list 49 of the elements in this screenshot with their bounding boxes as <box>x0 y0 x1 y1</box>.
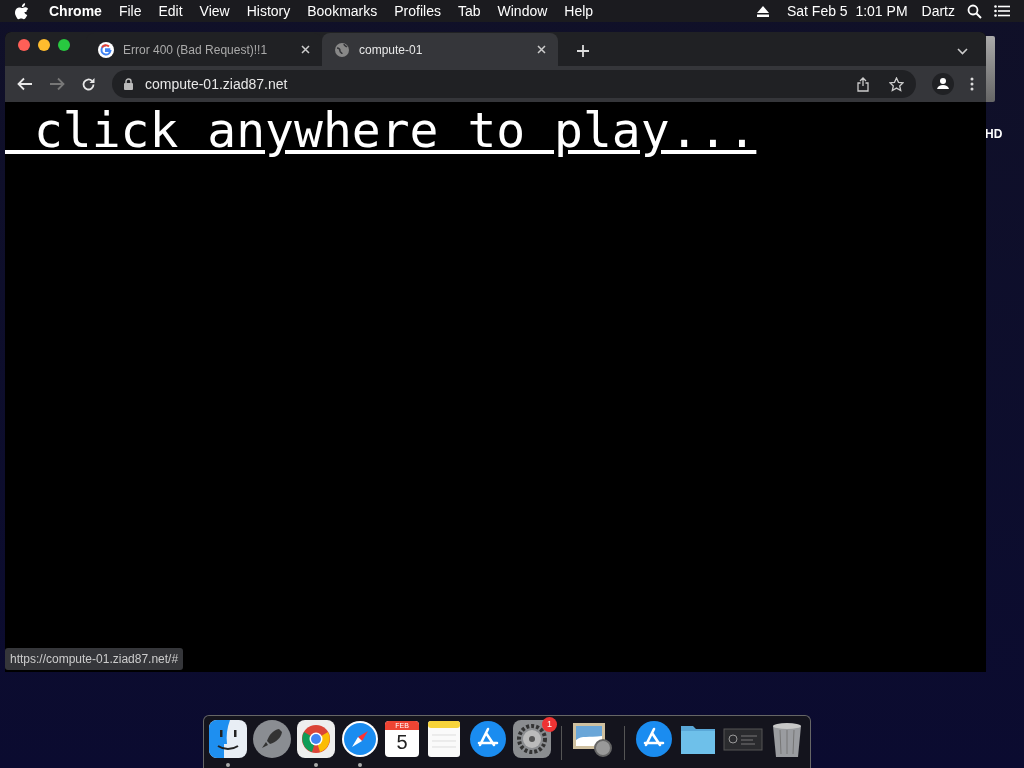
close-icon[interactable] <box>301 45 310 54</box>
user-name[interactable]: Dartz <box>921 0 955 22</box>
more-icon[interactable] <box>970 77 974 91</box>
eject-icon[interactable] <box>756 5 769 17</box>
menu-item[interactable]: Profiles <box>394 0 441 22</box>
close-icon[interactable] <box>537 45 546 54</box>
url-text: compute-01.ziad87.net <box>145 74 288 94</box>
notepad-icon[interactable] <box>425 720 463 758</box>
lock-icon <box>124 78 133 90</box>
menu-item[interactable]: Edit <box>158 0 183 22</box>
chrome-logo-icon[interactable] <box>297 720 335 758</box>
reload-icon[interactable] <box>81 76 96 92</box>
gear-icon[interactable] <box>513 720 551 758</box>
tab-title: compute-01 <box>359 41 424 59</box>
status-url: https://compute-01.ziad87.net/# <box>5 648 184 670</box>
menu-item[interactable]: Bookmarks <box>307 0 378 22</box>
address-bar[interactable]: compute-01.ziad87.net <box>112 70 916 98</box>
desktop-icon-label[interactable]: HD <box>985 125 1003 143</box>
forward-icon[interactable] <box>49 77 65 91</box>
smiling-face-icon[interactable] <box>209 720 247 758</box>
profile-icon[interactable] <box>932 73 954 95</box>
menu-item[interactable]: Window <box>497 0 548 22</box>
app-store-icon[interactable] <box>469 720 507 758</box>
apple-icon[interactable] <box>14 2 29 20</box>
google-icon <box>98 41 114 58</box>
globe-icon <box>334 41 350 58</box>
tab-search-icon[interactable] <box>957 48 968 55</box>
app-store-icon[interactable] <box>635 720 673 758</box>
photo-viewer-icon[interactable] <box>572 720 614 758</box>
browser-tab[interactable]: compute-01 <box>322 33 558 66</box>
notification-badge: 1 <box>542 717 557 732</box>
tab-title: Error 400 (Bad Request)!!1 <box>123 41 269 59</box>
menu-item[interactable]: Help <box>564 0 594 22</box>
search-icon[interactable] <box>967 3 982 19</box>
minimize-window-button[interactable] <box>38 39 50 51</box>
star-icon[interactable] <box>889 76 904 92</box>
menu-item[interactable]: File <box>118 0 142 22</box>
compass-icon[interactable] <box>341 720 379 758</box>
menu-item[interactable]: Tab <box>457 0 481 22</box>
close-window-button[interactable] <box>18 39 30 51</box>
new-tab-icon[interactable] <box>576 44 590 58</box>
app-name[interactable]: Chrome <box>49 0 102 22</box>
zoom-window-button[interactable] <box>58 39 70 51</box>
back-icon[interactable] <box>17 77 33 91</box>
share-icon[interactable] <box>857 76 869 92</box>
menu-item[interactable]: History <box>246 0 291 22</box>
clock[interactable]: Sat Feb 5 1:01 PM <box>786 0 908 22</box>
menu-item[interactable]: View <box>199 0 230 22</box>
control-center-icon[interactable] <box>994 5 1010 17</box>
